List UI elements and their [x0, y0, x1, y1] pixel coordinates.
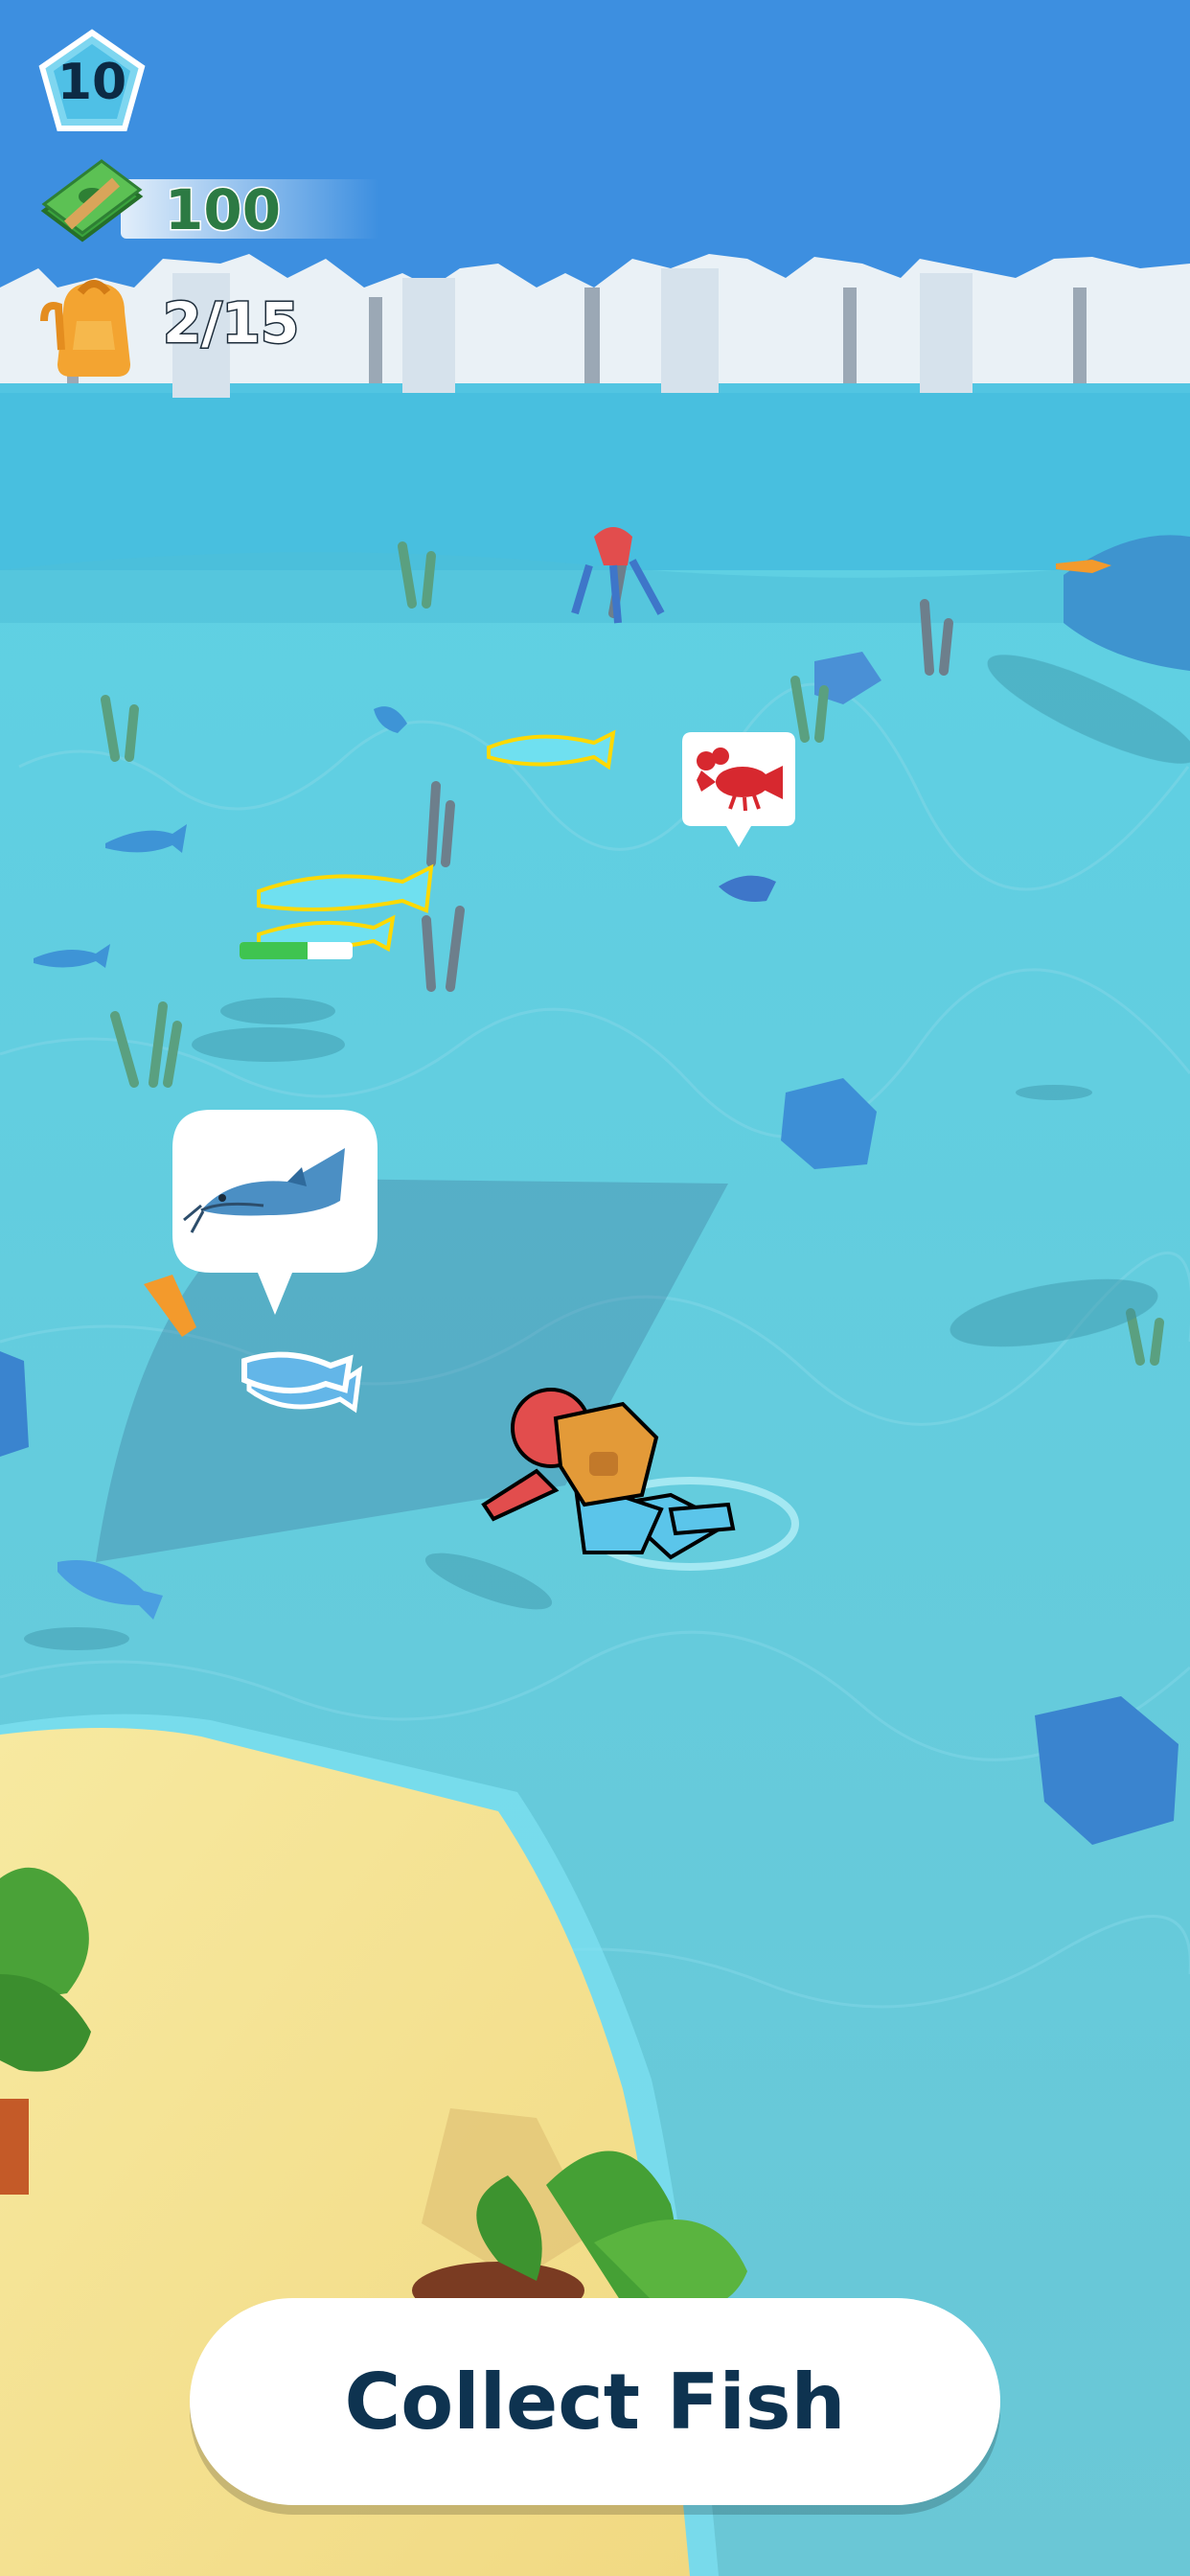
- backpack-capacity: 2/15: [161, 289, 300, 357]
- collect-fish-button[interactable]: Collect Fish: [190, 2298, 1000, 2505]
- money-amount: 100: [163, 176, 282, 244]
- backpack-icon: [40, 280, 130, 377]
- lobster-speech-bubble: [682, 732, 795, 847]
- backpack-counter: 2/15: [34, 273, 379, 377]
- collect-fish-label: Collect Fish: [344, 2357, 846, 2447]
- catch-progress-fill: [240, 942, 308, 959]
- level-badge: 10: [36, 29, 148, 134]
- money-counter: 100: [34, 158, 379, 254]
- catfish-speech-bubble: [172, 1110, 378, 1315]
- cash-stack-icon: [40, 159, 144, 242]
- catch-progress-bar: [240, 942, 353, 959]
- level-number: 10: [57, 54, 127, 111]
